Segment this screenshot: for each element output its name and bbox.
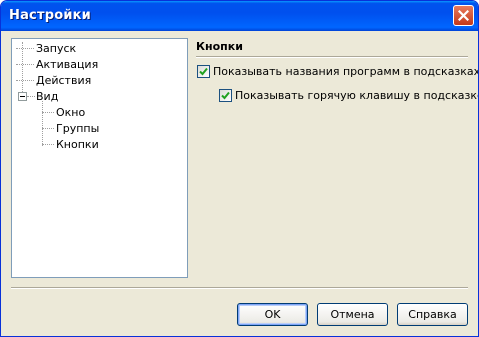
ok-button[interactable]: OK xyxy=(237,303,308,326)
tree-item-activation[interactable]: Активация xyxy=(36,58,98,71)
window-title: Настройки xyxy=(9,8,91,23)
tree-connector xyxy=(16,64,34,65)
section-title: Кнопки xyxy=(196,40,243,53)
settings-tree[interactable]: Запуск Активация Действия Вид Окно Групп… xyxy=(11,38,188,278)
help-button[interactable]: Справка xyxy=(397,303,468,326)
section-divider xyxy=(196,56,468,58)
settings-dialog: Настройки Запуск Активация Действия Вид … xyxy=(0,0,479,337)
show-hotkey-checkbox[interactable] xyxy=(219,89,232,102)
close-icon xyxy=(458,10,469,21)
show-program-names-label[interactable]: Показывать названия программ в подсказка… xyxy=(213,65,478,78)
tree-connector xyxy=(42,144,54,145)
bottom-separator xyxy=(11,287,468,289)
tree-connector xyxy=(16,80,34,81)
tree-item-view[interactable]: Вид xyxy=(36,90,58,103)
close-button[interactable] xyxy=(453,5,474,26)
tree-connector xyxy=(42,112,54,113)
cancel-button[interactable]: Отмена xyxy=(317,303,388,326)
tree-item-launch[interactable]: Запуск xyxy=(36,42,76,55)
tree-connector xyxy=(42,101,43,146)
title-bar[interactable]: Настройки xyxy=(1,1,478,31)
tree-connector xyxy=(42,128,54,129)
tree-item-buttons[interactable]: Кнопки xyxy=(56,138,99,151)
show-hotkey-label[interactable]: Показывать горячую клавишу в подсказке xyxy=(235,89,478,102)
tree-connector xyxy=(16,48,34,49)
show-program-names-checkbox[interactable] xyxy=(197,65,210,78)
checkmark-icon xyxy=(221,91,230,100)
tree-item-groups[interactable]: Группы xyxy=(56,122,99,135)
tree-connector xyxy=(27,96,35,97)
checkmark-icon xyxy=(199,67,208,76)
tree-item-window[interactable]: Окно xyxy=(56,106,85,119)
tree-item-actions[interactable]: Действия xyxy=(36,74,91,87)
collapse-toggle[interactable] xyxy=(18,92,27,101)
tree-connector xyxy=(22,42,23,92)
